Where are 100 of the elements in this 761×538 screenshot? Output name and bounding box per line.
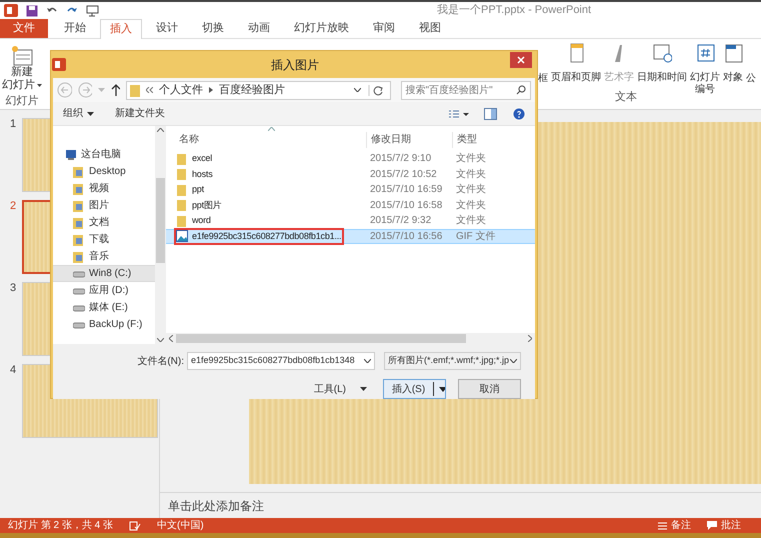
file-type: 文件夹: [455, 214, 487, 228]
file-date: 2015/7/10 16:58: [369, 198, 444, 213]
slide-number[interactable]: 1: [10, 118, 20, 131]
nav-item[interactable]: BackUp (F:): [53, 316, 166, 333]
chevron-icon[interactable]: [209, 87, 214, 93]
scroll-right-icon[interactable]: [528, 335, 532, 342]
file-name[interactable]: e1fe9925bc315c608277bdb08fb1cb1...: [192, 230, 342, 243]
column-header[interactable]: 修改日期: [366, 132, 452, 148]
ribbon-tab[interactable]: 开始: [54, 18, 96, 38]
dropdown-caret-icon: [510, 359, 517, 363]
file-type: 文件夹: [455, 168, 487, 182]
scroll-left-icon[interactable]: [169, 335, 173, 342]
ribbon-tab[interactable]: 幻灯片放映: [284, 18, 359, 38]
file-row[interactable]: word 2015/7/2 9:32 文件夹: [166, 213, 535, 228]
group-label: 幻灯片: [6, 94, 38, 108]
file-row[interactable]: excel 2015/7/2 9:10 文件夹: [166, 151, 535, 166]
file-row[interactable]: ppt图片 2015/7/10 16:58 文件夹: [166, 198, 535, 213]
file-name[interactable]: ppt图片: [192, 198, 222, 212]
nav-item[interactable]: 文档: [53, 214, 166, 231]
ribbon-tab[interactable]: 视图: [409, 18, 451, 38]
search-icon: [516, 85, 526, 95]
hash-page-icon: [695, 43, 715, 63]
double-chevron-icon[interactable]: [146, 87, 154, 93]
window-title: 我是一个PPT.pptx - PowerPoint: [437, 3, 592, 18]
address-bar[interactable]: 个人文件 百度经验图片: [126, 80, 391, 100]
file-type: 文件夹: [455, 182, 487, 198]
scroll-thumb[interactable]: [156, 178, 165, 263]
folder-icon: [176, 152, 188, 165]
scrollbar[interactable]: [155, 126, 166, 344]
horizontal-scrollbar[interactable]: [166, 333, 535, 344]
slide-number[interactable]: 4: [10, 364, 20, 377]
slideshow-icon[interactable]: [86, 4, 99, 16]
nav-item[interactable]: 视频: [53, 180, 166, 197]
ribbon-tab[interactable]: 设计: [146, 18, 188, 38]
cancel-button[interactable]: 取消: [458, 379, 521, 399]
file-row[interactable]: ppt 2015/7/10 16:59 文件夹: [166, 182, 535, 198]
dropdown-caret-icon[interactable]: [354, 88, 361, 92]
up-arrow-icon[interactable]: [110, 84, 120, 96]
spelling-check-icon[interactable]: [129, 520, 142, 530]
ribbon-button[interactable]: 页眉和页脚: [551, 43, 601, 84]
slide-number[interactable]: 2: [10, 200, 20, 213]
nav-item[interactable]: 媒体 (E:): [53, 299, 166, 316]
ribbon-button[interactable]: 框: [538, 43, 548, 85]
column-header[interactable]: 类型: [452, 132, 535, 148]
new-folder-button[interactable]: 新建文件夹: [115, 106, 165, 121]
filename-field[interactable]: e1fe9925bc315c608277bdb08fb1cb1348: [187, 352, 375, 370]
dropdown-caret-icon: [364, 359, 371, 363]
new-slide-icon: [10, 45, 34, 66]
file-name[interactable]: hosts: [192, 168, 213, 181]
filename-label: 文件名(N):: [137, 354, 184, 368]
folder-icon: [73, 200, 85, 212]
nav-item[interactable]: 音乐: [53, 248, 166, 265]
nav-item[interactable]: 图片: [53, 197, 166, 214]
scroll-thumb[interactable]: [176, 334, 466, 343]
ribbon-tab[interactable]: 切换: [192, 18, 234, 38]
ribbon-tab[interactable]: 审阅: [363, 18, 405, 38]
file-type-dropdown[interactable]: 所有图片(*.emf;*.wmf;*.jpg;*.jp: [384, 352, 521, 370]
save-icon[interactable]: [26, 4, 38, 16]
nav-item[interactable]: Desktop: [53, 163, 166, 180]
new-slide-button[interactable]: 新建 幻灯片: [2, 66, 42, 92]
organize-button[interactable]: 组织: [63, 106, 94, 121]
file-date: 2015/7/10 16:59: [369, 183, 444, 198]
file-name[interactable]: word: [192, 214, 211, 228]
notes-button[interactable]: 备注: [658, 518, 691, 533]
search-field[interactable]: 搜索"百度经验图片": [400, 80, 531, 100]
ribbon-button[interactable]: 公: [746, 43, 756, 85]
ribbon-button[interactable]: 幻灯片编号: [690, 43, 720, 96]
preview-pane-icon[interactable]: [484, 108, 497, 120]
ribbon-button[interactable]: 日期和时间: [637, 43, 687, 84]
view-options-icon[interactable]: [448, 108, 470, 118]
file-row[interactable]: e1fe9925bc315c608277bdb08fb1cb1... 2015/7/10 16:56 GIF 文件: [166, 228, 535, 244]
column-header[interactable]: 名称: [166, 132, 366, 148]
caret-icon: [360, 387, 367, 391]
tools-menu-button[interactable]: 工具(L): [314, 382, 367, 396]
language-text[interactable]: 中文(中国): [157, 518, 204, 533]
breadcrumb-item[interactable]: 百度经验图片: [219, 82, 286, 98]
scroll-up-icon[interactable]: [157, 128, 164, 132]
folder-icon: [130, 84, 140, 96]
file-row[interactable]: hosts 2015/7/2 10:52 文件夹: [166, 166, 535, 182]
file-name[interactable]: excel: [192, 152, 212, 166]
help-icon[interactable]: [513, 108, 525, 120]
scroll-down-icon[interactable]: [157, 338, 164, 342]
file-name[interactable]: ppt: [192, 183, 204, 196]
nav-item[interactable]: 这台电脑: [53, 146, 166, 163]
group-label: 文本: [615, 90, 637, 105]
slide-number[interactable]: 3: [10, 282, 20, 295]
breadcrumb-item[interactable]: 个人文件: [159, 82, 204, 98]
insert-button[interactable]: 插入(S): [383, 379, 446, 399]
close-button[interactable]: [510, 52, 532, 68]
ribbon-tab[interactable]: 动画: [238, 18, 280, 38]
ribbon-button[interactable]: 对象: [723, 43, 743, 84]
dialog-title: 插入图片: [271, 56, 319, 74]
file-tab[interactable]: 文件: [0, 18, 48, 38]
ribbon-tab[interactable]: 插入: [100, 19, 142, 39]
split-caret-icon[interactable]: [433, 382, 445, 396]
comments-button[interactable]: 批注: [707, 518, 741, 533]
nav-item[interactable]: 下载: [53, 231, 166, 248]
nav-item[interactable]: 应用 (D:): [53, 282, 166, 299]
notes-placeholder[interactable]: 单击此处添加备注: [168, 496, 264, 514]
file-type: GIF 文件: [455, 230, 496, 244]
